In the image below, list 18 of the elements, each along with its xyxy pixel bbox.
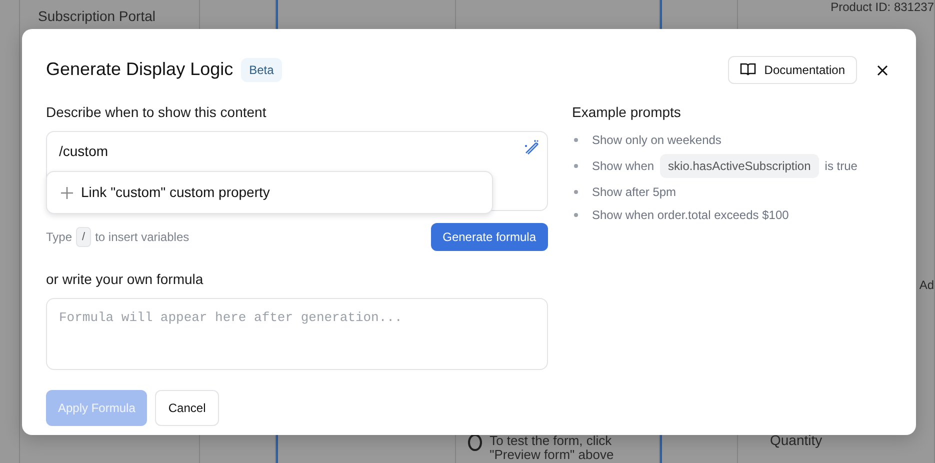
- form-hint: To test the form, click "Preview form" above: [490, 434, 615, 463]
- column-label: Quantity: [770, 432, 822, 448]
- example-prompt: Show when order.total exceeds $100: [592, 207, 789, 224]
- dialog-title: Generate Display Logic: [46, 58, 234, 81]
- example-prompt: Show when: [592, 158, 654, 175]
- variable-chip: skio.hasActiveSubscription: [660, 154, 819, 178]
- key-chip: /: [76, 226, 92, 248]
- product-id: Product ID: 831237: [830, 0, 934, 16]
- example-prompt: Show only on weekends: [592, 132, 722, 149]
- example-prompt: Show after 5pm: [592, 184, 676, 201]
- example-prompt: is true: [824, 158, 858, 175]
- field-label: Describe when to show this content: [46, 103, 268, 122]
- hint-text: Type: [46, 229, 72, 246]
- hint-text: to insert variables: [95, 229, 190, 246]
- panel-title: Subscription Portal: [38, 8, 156, 24]
- field-label: or write your own formula: [46, 270, 204, 289]
- beta-tag: Beta: [241, 58, 282, 82]
- section-title: Example prompts: [572, 103, 682, 122]
